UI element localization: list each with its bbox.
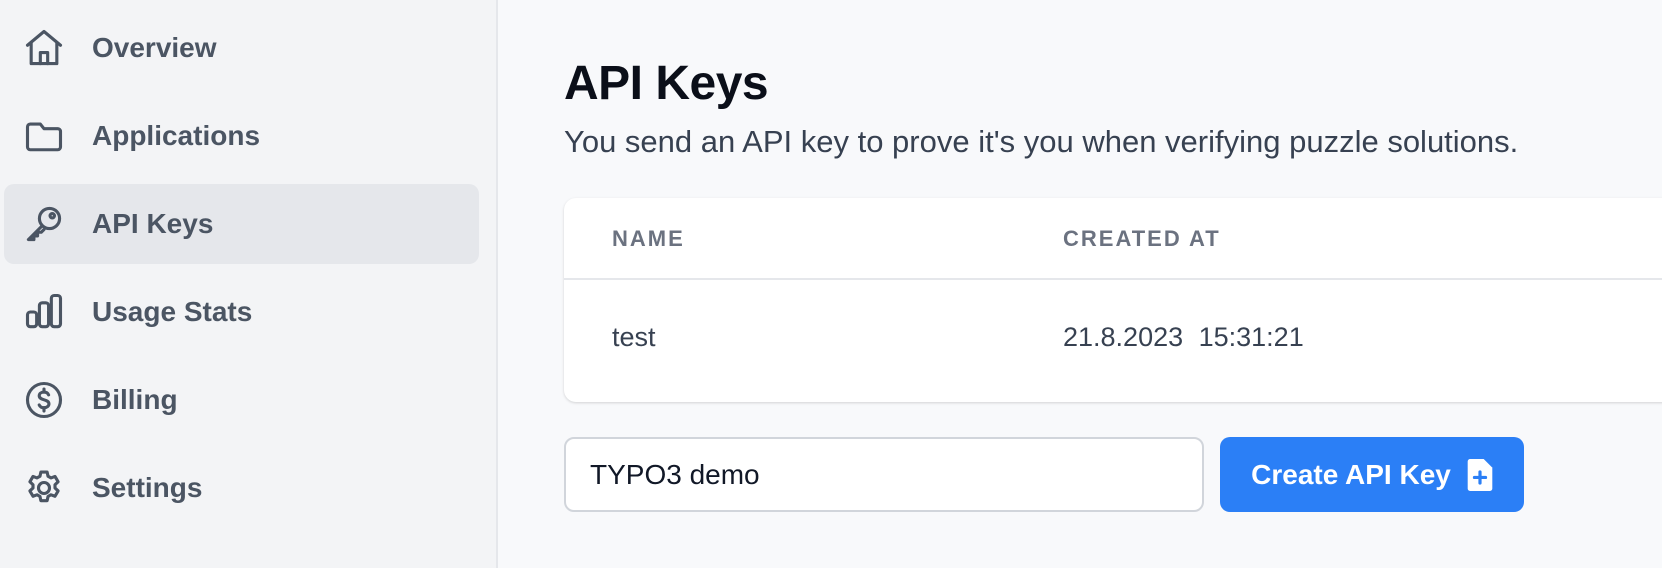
sidebar-item-overview[interactable]: Overview bbox=[4, 8, 479, 88]
file-plus-icon bbox=[1467, 458, 1493, 491]
api-key-name-input[interactable] bbox=[564, 437, 1204, 512]
sidebar-item-label: Billing bbox=[92, 384, 178, 415]
gear-icon bbox=[22, 466, 66, 510]
create-api-key-button[interactable]: Create API Key bbox=[1220, 437, 1524, 512]
sidebar-item-usage-stats[interactable]: Usage Stats bbox=[4, 272, 479, 352]
sidebar-item-label: Applications bbox=[92, 120, 261, 151]
sidebar-item-label: Usage Stats bbox=[92, 296, 253, 327]
column-header-created-at: Created at bbox=[1063, 226, 1221, 251]
created-at-cell: 21.8.2023 15:31:21 bbox=[1063, 322, 1304, 352]
create-api-key-label: Create API Key bbox=[1251, 458, 1451, 490]
page-title: API Keys bbox=[564, 57, 769, 110]
table-header: Name Created at bbox=[564, 198, 1662, 280]
sidebar-item-billing[interactable]: Billing bbox=[4, 360, 479, 440]
column-header-name: Name bbox=[612, 226, 685, 251]
sidebar: Overview Applications API Keys Usage Sta… bbox=[0, 0, 498, 568]
sidebar-item-label: Overview bbox=[92, 32, 217, 63]
api-keys-table: Name Created at test 21.8.2023 15:31:21 bbox=[564, 198, 1662, 402]
dollar-circle-icon bbox=[22, 378, 66, 422]
key-name-cell: test bbox=[612, 322, 656, 352]
app-window: Overview Applications API Keys Usage Sta… bbox=[0, 0, 1662, 568]
main-content: API Keys You send an API key to prove it… bbox=[498, 0, 1662, 568]
sidebar-item-settings[interactable]: Settings bbox=[4, 448, 479, 528]
sidebar-item-applications[interactable]: Applications bbox=[4, 96, 479, 176]
home-icon bbox=[22, 26, 66, 70]
bar-chart-icon bbox=[22, 290, 66, 334]
sidebar-item-label: API Keys bbox=[92, 208, 214, 239]
page-description: You send an API key to prove it's you wh… bbox=[564, 124, 1519, 159]
folder-icon bbox=[22, 114, 66, 158]
key-icon bbox=[22, 202, 66, 246]
sidebar-item-label: Settings bbox=[92, 472, 203, 503]
sidebar-item-api-keys[interactable]: API Keys bbox=[4, 184, 479, 264]
table-row: test 21.8.2023 15:31:21 bbox=[564, 280, 1662, 402]
